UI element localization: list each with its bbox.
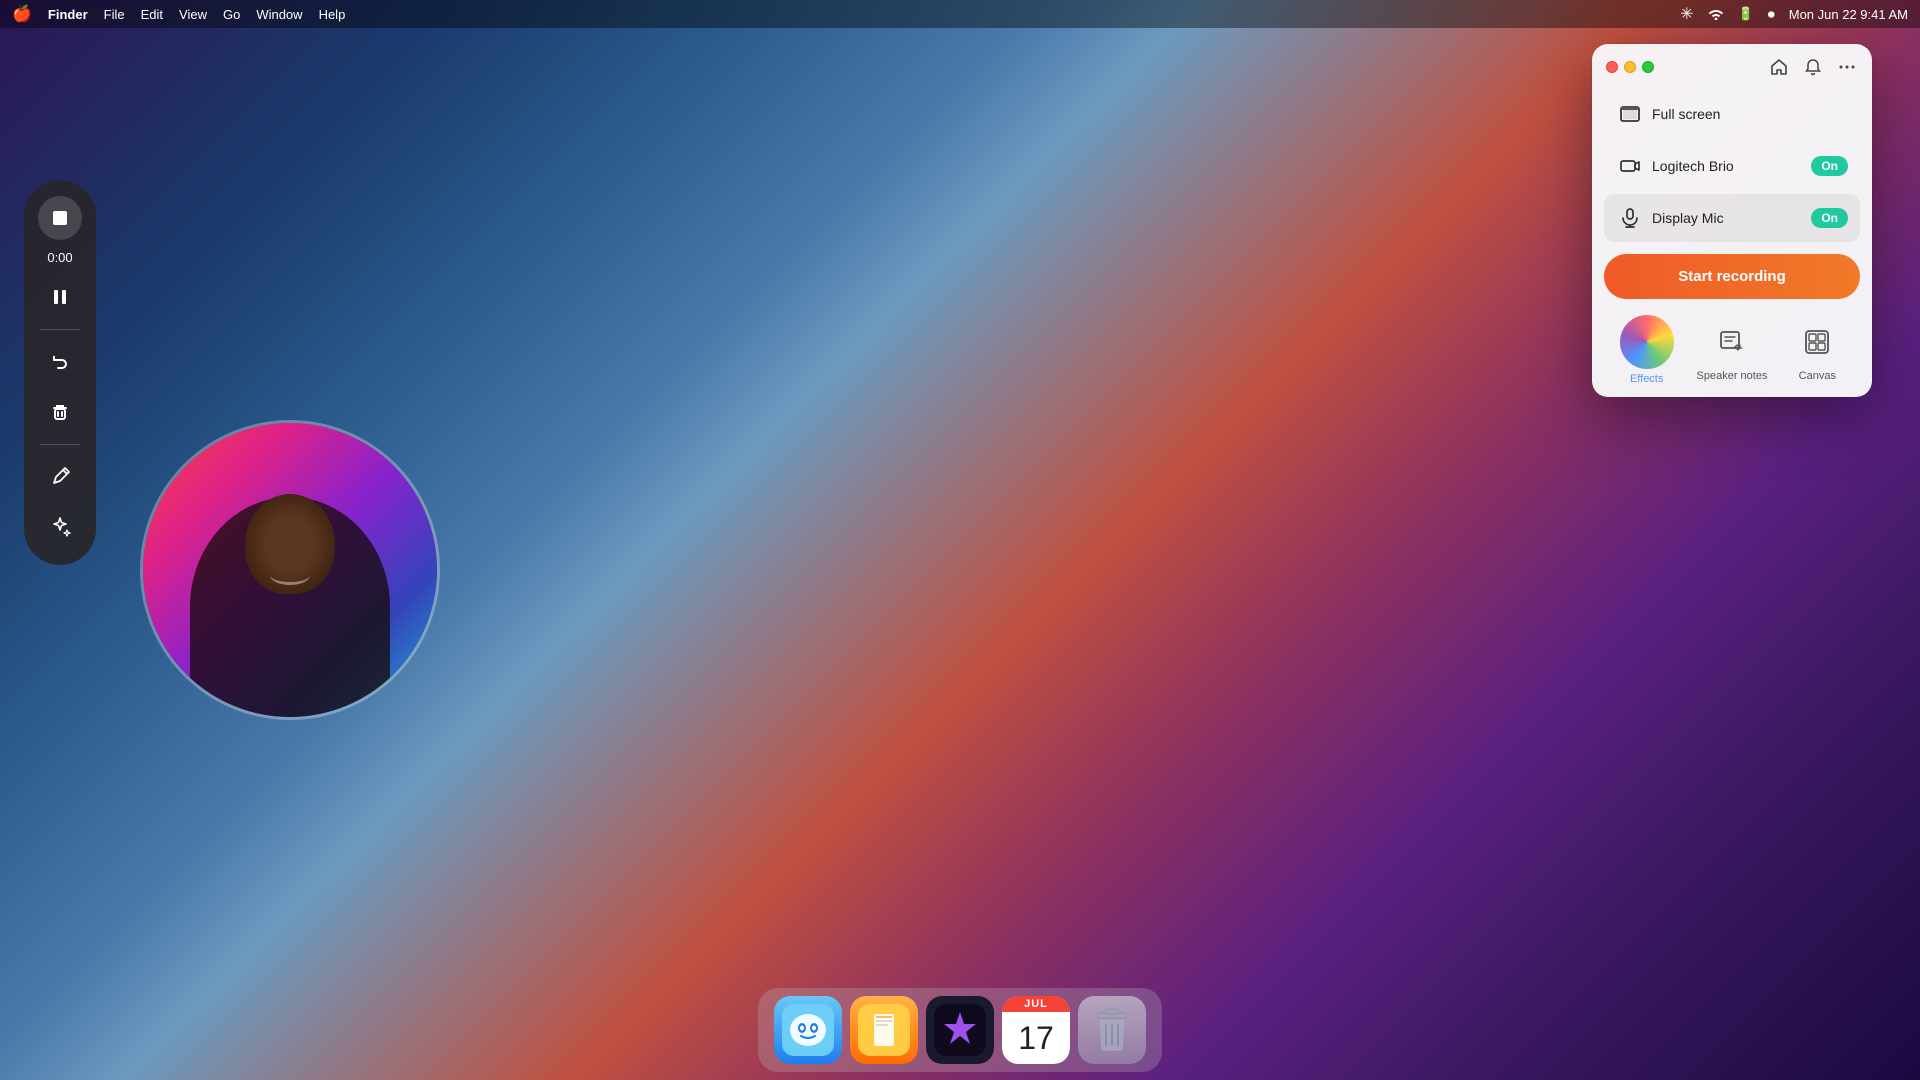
home-btn[interactable]: [1768, 56, 1790, 78]
panel-titlebar: [1592, 44, 1872, 86]
close-btn[interactable]: [1606, 61, 1618, 73]
battery-icon[interactable]: 🔋: [1738, 6, 1754, 22]
app-name[interactable]: Finder: [48, 7, 88, 22]
undo-btn[interactable]: [38, 340, 82, 384]
trash-icon: [1078, 996, 1146, 1064]
mic-toggle[interactable]: On: [1811, 208, 1848, 228]
menu-window[interactable]: Window: [256, 7, 302, 22]
stop-btn[interactable]: [38, 196, 82, 240]
camera-row[interactable]: Logitech Brio On: [1604, 142, 1860, 190]
camera-label: Logitech Brio: [1652, 158, 1811, 174]
dock-notch[interactable]: [926, 996, 994, 1064]
effects-orb: [1620, 315, 1674, 369]
speaker-notes-label: Speaker notes: [1697, 370, 1768, 382]
panel-bottom-bar: Effects Speaker notes: [1592, 307, 1872, 389]
camera-preview: [140, 420, 440, 720]
speaker-notes-icon: [1708, 318, 1756, 366]
mic-row[interactable]: Display Mic On: [1604, 194, 1860, 242]
notch-app-icon: [926, 996, 994, 1064]
mic-icon: [1616, 204, 1644, 232]
more-btn[interactable]: [1836, 56, 1858, 78]
toolbar-divider: [40, 329, 80, 330]
canvas-item[interactable]: Canvas: [1781, 318, 1853, 382]
floating-toolbar: 0:00: [24, 180, 96, 565]
menu-edit[interactable]: Edit: [141, 7, 163, 22]
wifi-icon[interactable]: [1708, 8, 1724, 20]
fullscreen-icon: [1616, 100, 1644, 128]
canvas-label: Canvas: [1799, 370, 1836, 382]
camera-toggle[interactable]: On: [1811, 156, 1848, 176]
toolbar-divider-2: [40, 444, 80, 445]
cal-day: 17: [1002, 1012, 1070, 1064]
pause-btn[interactable]: [38, 275, 82, 319]
timer-display: 0:00: [47, 246, 72, 269]
camera-icon: [1616, 152, 1644, 180]
datetime: Mon Jun 22 9:41 AM: [1789, 7, 1908, 22]
minimize-btn[interactable]: [1624, 61, 1636, 73]
recording-panel: Full screen Logitech Brio On Display Mic…: [1592, 44, 1872, 397]
fullscreen-label: Full screen: [1652, 106, 1848, 122]
books-icon: [850, 996, 918, 1064]
menubar: 🍎 Finder File Edit View Go Window Help ✳…: [0, 0, 1920, 28]
person-silhouette: [143, 423, 437, 717]
menu-view[interactable]: View: [179, 7, 207, 22]
menu-go[interactable]: Go: [223, 7, 240, 22]
fullscreen-row[interactable]: Full screen: [1604, 90, 1860, 138]
dock-trash[interactable]: [1078, 996, 1146, 1064]
canvas-icon: [1793, 318, 1841, 366]
maximize-btn[interactable]: [1642, 61, 1654, 73]
effects-label: Effects: [1630, 373, 1663, 385]
control-center-icon[interactable]: ⏺: [1768, 6, 1775, 23]
dock-calendar[interactable]: JUL 17: [1002, 996, 1070, 1064]
speaker-notes-item[interactable]: Speaker notes: [1696, 318, 1768, 382]
notch-menubar-icon[interactable]: ✳: [1680, 4, 1693, 24]
mic-label: Display Mic: [1652, 210, 1811, 226]
menu-help[interactable]: Help: [319, 7, 346, 22]
cal-month: JUL: [1002, 996, 1070, 1012]
delete-btn[interactable]: [38, 390, 82, 434]
apple-menu[interactable]: 🍎: [12, 4, 32, 24]
dock-books[interactable]: [850, 996, 918, 1064]
menu-file[interactable]: File: [104, 7, 125, 22]
dock-finder[interactable]: [774, 996, 842, 1064]
calendar-icon: JUL 17: [1002, 996, 1070, 1064]
draw-btn[interactable]: [38, 455, 82, 499]
effects-item[interactable]: Effects: [1611, 315, 1683, 385]
dock: JUL 17: [758, 988, 1162, 1072]
effects-btn[interactable]: [38, 505, 82, 549]
start-recording-btn[interactable]: Start recording: [1604, 254, 1860, 299]
finder-icon: [774, 996, 842, 1064]
notifications-btn[interactable]: [1802, 56, 1824, 78]
